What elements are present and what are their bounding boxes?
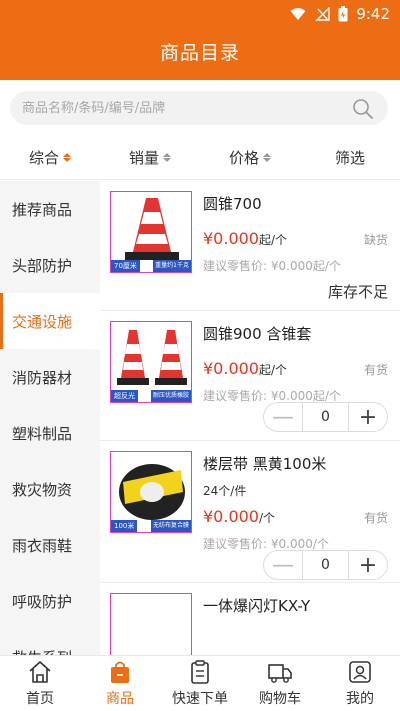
product-tag: 超反光	[111, 390, 138, 402]
product-image[interactable]: 100米 无纺布复合膜	[110, 451, 192, 533]
product-image[interactable]: 70厘米 重量约1千克	[110, 191, 192, 273]
nav-label: 购物车	[259, 691, 301, 707]
product-image[interactable]	[110, 593, 192, 655]
product-tag: 重量约1千克	[153, 260, 191, 272]
price-unit: 起/个	[258, 363, 288, 377]
search-bar	[0, 80, 400, 136]
category-sidebar: 推荐商品 头部防护 交通设施 消防器材 塑料制品 救灾物资 雨衣雨鞋 呼吸防护 …	[0, 181, 100, 655]
sidebar-item-fire-equipment[interactable]: 消防器材	[0, 349, 100, 405]
quantity-stepper: — 0 +	[263, 402, 388, 432]
product-price: ¥0.000起/个	[203, 359, 287, 378]
nav-label: 首页	[26, 691, 54, 707]
product-tag: 70厘米	[111, 260, 140, 272]
product-name: 圆锥900 含锥套	[203, 325, 312, 343]
stock-status: 有货	[363, 511, 388, 525]
nav-home[interactable]: 首页	[0, 656, 80, 711]
sort-label: 筛选	[334, 149, 365, 167]
sort-label: 综合	[28, 149, 59, 167]
header: 9:42 商品目录	[0, 0, 400, 80]
product-tag: 无纺布复合膜	[150, 520, 191, 532]
nav-label: 商品	[106, 691, 134, 707]
clipboard-icon	[191, 660, 209, 684]
page-title: 商品目录	[159, 42, 240, 64]
product-name: 圆锥700	[203, 195, 262, 213]
sidebar-item-disaster-relief[interactable]: 救灾物资	[0, 461, 100, 517]
sort-sales[interactable]: 销量	[100, 136, 200, 179]
sort-label: 销量	[128, 149, 159, 167]
quantity-stepper: — 0 +	[263, 550, 388, 580]
product-name: 一体爆闪灯KX-Y	[203, 597, 311, 615]
user-icon	[349, 661, 371, 683]
bottom-nav: 首页 商品 快速下单 购物车 我的	[0, 655, 400, 711]
price-unit: 起/个	[258, 233, 288, 247]
product-spec: 24个/件	[203, 484, 247, 498]
price-value: ¥0.000	[203, 229, 259, 248]
product-tag: 耐压优质橡胶	[150, 390, 191, 402]
quantity-input[interactable]: 0	[302, 551, 349, 579]
product-card[interactable]: 100米 无纺布复合膜 楼层带 黑黄100米 24个/件 ¥0.000/个 有货…	[100, 441, 400, 583]
wifi-icon	[290, 8, 306, 20]
increase-button[interactable]: +	[349, 403, 387, 431]
home-icon	[29, 661, 51, 683]
product-name: 楼层带 黑黄100米	[203, 455, 327, 473]
stock-status: 有货	[363, 363, 388, 377]
out-of-stock-label: 库存不足	[327, 283, 388, 301]
product-tag: 100米	[111, 520, 138, 532]
app-screen: 9:42 商品目录 综合 销量 价格 筛选 推	[0, 0, 400, 711]
status-bar: 9:42	[0, 0, 400, 28]
increase-button[interactable]: +	[349, 551, 387, 579]
quantity-input[interactable]: 0	[302, 403, 349, 431]
product-card[interactable]: 70厘米 重量约1千克 圆锥700 ¥0.000起/个 缺货 建议零售价: ¥0…	[100, 181, 400, 311]
sort-arrows-icon	[263, 153, 271, 162]
sort-arrows-icon	[63, 153, 71, 162]
status-time: 9:42	[356, 5, 390, 23]
nav-label: 快速下单	[172, 691, 228, 707]
product-card[interactable]: 一体爆闪灯KX-Y	[100, 583, 400, 655]
filter-button[interactable]: 筛选	[300, 136, 400, 179]
product-price: ¥0.000起/个	[203, 229, 287, 248]
sidebar-item-traffic-facilities[interactable]: 交通设施	[0, 293, 100, 349]
price-value: ¥0.000	[203, 359, 259, 378]
nav-profile[interactable]: 我的	[320, 656, 400, 711]
search-icon[interactable]	[352, 98, 374, 120]
nav-products[interactable]: 商品	[80, 656, 160, 711]
product-image[interactable]: 超反光 耐压优质橡胶	[110, 321, 192, 403]
price-unit: /个	[258, 511, 276, 525]
truck-icon	[268, 664, 292, 683]
sidebar-item-recommended[interactable]: 推荐商品	[0, 181, 100, 237]
sort-bar: 综合 销量 价格 筛选	[0, 136, 400, 180]
product-card[interactable]: 超反光 耐压优质橡胶 圆锥900 含锥套 ¥0.000起/个 有货 建议零售价:…	[100, 311, 400, 441]
sidebar-item-lifesaving[interactable]: 救生系列	[0, 629, 100, 656]
sidebar-item-head-protection[interactable]: 头部防护	[0, 237, 100, 293]
signal-icon	[315, 7, 331, 21]
decrease-button[interactable]: —	[264, 551, 302, 579]
price-value: ¥0.000	[203, 507, 259, 526]
product-list: 70厘米 重量约1千克 圆锥700 ¥0.000起/个 缺货 建议零售价: ¥0…	[100, 181, 400, 655]
sidebar-item-respiratory[interactable]: 呼吸防护	[0, 573, 100, 629]
decrease-button[interactable]: —	[264, 403, 302, 431]
nav-quick-order[interactable]: 快速下单	[160, 656, 240, 711]
sort-price[interactable]: 价格	[200, 136, 300, 179]
search-input[interactable]	[22, 100, 342, 116]
sidebar-item-raingear[interactable]: 雨衣雨鞋	[0, 517, 100, 573]
product-price: ¥0.000/个	[203, 507, 275, 526]
suggested-price: 建议零售价: ¥0.000起/个	[203, 259, 341, 273]
sort-comprehensive[interactable]: 综合	[0, 136, 100, 179]
sort-label: 价格	[228, 149, 259, 167]
sort-arrows-icon	[163, 153, 171, 162]
nav-cart[interactable]: 购物车	[240, 656, 320, 711]
battery-icon	[338, 6, 348, 22]
sidebar-item-plastic-products[interactable]: 塑料制品	[0, 405, 100, 461]
search-box[interactable]	[10, 91, 388, 125]
bag-icon	[111, 661, 129, 683]
stock-status: 缺货	[363, 233, 388, 247]
nav-label: 我的	[346, 691, 374, 707]
